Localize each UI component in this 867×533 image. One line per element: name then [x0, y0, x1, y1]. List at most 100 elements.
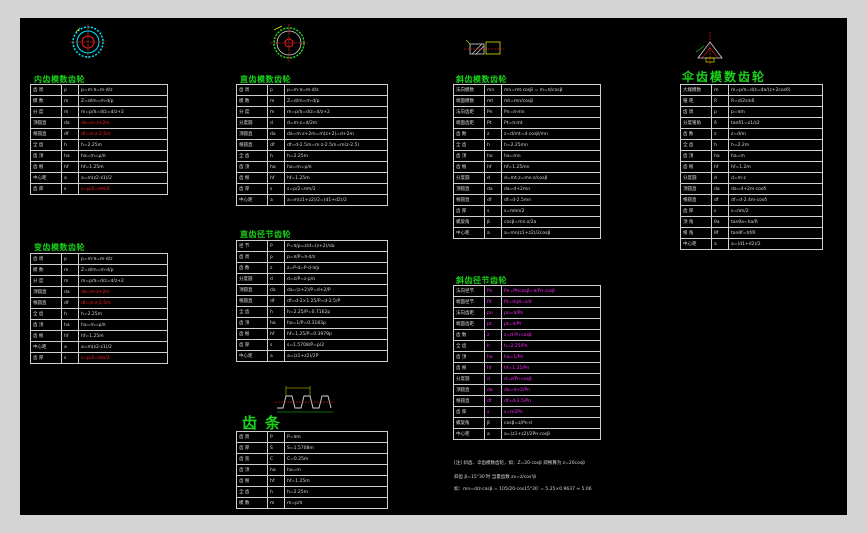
param-name-cell: 根圆直	[453, 194, 485, 206]
table-row: 齿 厚 s s=πmn/2	[453, 205, 601, 217]
symbol-cell: s	[267, 339, 285, 351]
table-row: 齿 数 z z=d·Pn·cosβ	[453, 329, 601, 341]
param-name-cell: 法向齿距	[453, 106, 485, 118]
param-name-cell: 齿 厚	[680, 205, 712, 217]
symbol-cell: m	[61, 106, 79, 118]
table-row: 根圆直 df df=d-2.5/Pn	[453, 395, 601, 407]
formula-cell: C=0.25m	[284, 453, 388, 465]
table-row: 中心距 a a=(z1+z2)/2Pn·cosβ	[453, 428, 601, 440]
formula-cell: pn=π/Pn	[501, 307, 601, 319]
param-name-cell: 齿 顶	[453, 150, 485, 162]
symbol-cell: S	[267, 442, 285, 454]
symbol-cell: df	[711, 194, 729, 206]
formula-cell: a=(z1+z2)/2P	[284, 350, 388, 362]
formula-cell: s=πm/2	[728, 205, 823, 217]
param-name-cell: 根圆直	[30, 297, 62, 309]
param-name-cell: 顶圆直	[680, 183, 712, 195]
symbol-cell: m	[267, 106, 285, 118]
table-row: 齿 顶 ha ha=m	[236, 464, 388, 476]
symbol-cell: a	[484, 227, 502, 239]
formula-cell: cosβ=z/Pn·d	[501, 417, 601, 429]
formula-cell: s=p/2=πm/2	[78, 183, 168, 195]
param-name-cell: 分 度	[30, 275, 62, 287]
symbol-cell: s	[267, 183, 285, 195]
symbol-cell: z	[484, 128, 502, 140]
table-row: 齿 周 p p=πm	[680, 106, 823, 118]
table-row: 齿 顶 ha ha=m=p/π	[30, 319, 168, 331]
table-row: 端面齿距 pt pt=π/Pt	[453, 318, 601, 330]
symbol-cell: z	[711, 128, 729, 140]
bevel-gear-icon	[695, 32, 723, 66]
symbol-cell: da	[61, 117, 79, 129]
table-row: 锥 距 R R=d/2sinδ	[680, 95, 823, 107]
param-name-cell: 齿 厚	[453, 205, 485, 217]
symbol-cell: m	[711, 84, 729, 96]
formula-cell: mn=mt·cosβ = m=π/cosβ	[501, 84, 601, 96]
param-name-cell: 锥 距	[680, 95, 712, 107]
symbol-cell: m	[61, 95, 79, 107]
symbol-cell: m	[267, 497, 285, 509]
param-name-cell: 齿 根	[236, 172, 268, 184]
param-name-cell: 齿 根	[453, 362, 485, 374]
table-row: 分 度 m m=p/π=d/z=d/z+2	[30, 106, 168, 118]
formula-cell: d=mt·z=mn·z/cosβ	[501, 172, 601, 184]
symbol-cell: z	[267, 262, 285, 274]
formula-cell: h=2.25mn	[501, 139, 601, 151]
formula-cell: s=p/2=πm/2	[78, 352, 168, 364]
formula-cell: h=2.25/Pn	[501, 340, 601, 352]
title-bevel-module: 伞齿模数齿轮	[682, 70, 767, 84]
symbol-cell: df	[484, 194, 502, 206]
table-row: 中心距 a a=(d1+d2)/2	[680, 238, 823, 250]
formula-cell: z=d·Pn·cosβ	[501, 329, 601, 341]
table-row: 根圆直 df df=d-2.5m=m·z-2.5m=m(z-2.5)	[236, 139, 388, 151]
symbol-cell: ha	[267, 464, 285, 476]
table-row: 法向模数 mn mn=mt·cosβ = m=π/cosβ	[453, 84, 601, 96]
param-name-cell: 齿 周	[30, 84, 62, 96]
symbol-cell: df	[61, 128, 79, 140]
table-row: 分度圆 d d=m·z	[680, 172, 823, 184]
symbol-cell: p	[711, 106, 729, 118]
table-row: 法向径节 Pn Pn=Pt/cosβ=π/Pn·cosβ	[453, 285, 601, 297]
param-name-cell: 模 数	[236, 95, 268, 107]
symbol-cell: mn	[484, 84, 502, 96]
symbol-cell: Pt	[484, 296, 502, 308]
symbol-cell: hf	[711, 161, 729, 173]
param-name-cell: 齿 顶	[236, 464, 268, 476]
param-name-cell: 全 齿	[30, 139, 62, 151]
formula-cell: ha=mn	[501, 150, 601, 162]
param-name-cell: 端面模数	[453, 95, 485, 107]
symbol-cell: R	[711, 95, 729, 107]
formula-cell: df=d-2×1.25/P=d-2.5/P	[284, 295, 388, 307]
param-name-cell: 模 数	[30, 264, 62, 276]
note-line-1: [注] 斜齿、伞齿模数齿轮，如：Z=20·cosβ 即换算为 z=20cosβ	[454, 461, 586, 466]
symbol-cell: p	[267, 251, 285, 263]
symbol-cell: a	[267, 194, 285, 206]
formula-cell: hf=1.25m	[78, 161, 168, 173]
table-row: 全 齿 h h=2.25m	[236, 150, 388, 162]
param-name-cell: 齿 根	[236, 475, 268, 487]
formula-cell: a=(d1+d2)/2	[728, 238, 823, 250]
formula-cell: df=d-2.5m=m·z-2.5m=m(z-2.5)	[284, 139, 388, 151]
symbol-cell: da	[267, 284, 285, 296]
symbol-cell: da	[267, 128, 285, 140]
symbol-cell: h	[267, 150, 285, 162]
table-row: 齿 厚 s s=πm/2	[680, 205, 823, 217]
formula-cell: df=d-2.5mn	[501, 194, 601, 206]
table-row: 齿 数 z z=d/m	[680, 128, 823, 140]
param-name-cell: 中心距	[680, 238, 712, 250]
formula-cell: m=p/π	[284, 497, 388, 509]
table-row: 齿 宽 C C=0.25m	[236, 453, 388, 465]
table-row: 齿 厚 s s=1.5708/P=p/2	[236, 339, 388, 351]
param-name-cell: 齿 周	[680, 106, 712, 118]
table-row: 齿 根 hf hf=1.2m	[680, 161, 823, 173]
param-name-cell: 中心距	[236, 350, 268, 362]
table-helical-module: 法向模数 mn mn=mt·cosβ = m=π/cosβ 端面模数 mt mt=mn/c…	[453, 84, 601, 239]
drawing-canvas[interactable]: 内齿模数齿轮 变齿模数齿轮 直齿模数齿轮 直齿径节齿轮 齿条 斜齿模数齿轮 斜齿…	[20, 18, 847, 515]
param-name-cell: 分度圆	[453, 373, 485, 385]
table-row: 径 节 P P=π/p=z/d=(z+2)/da	[236, 240, 388, 252]
param-name-cell: 顶圆直	[30, 286, 62, 298]
table-row: 齿 根 hf hf=1.25m	[30, 161, 168, 173]
param-name-cell: 顶 角	[680, 216, 712, 228]
table-row: 根圆直 df df=d-2.4m·cosδ	[680, 194, 823, 206]
symbol-cell: h	[267, 486, 285, 498]
